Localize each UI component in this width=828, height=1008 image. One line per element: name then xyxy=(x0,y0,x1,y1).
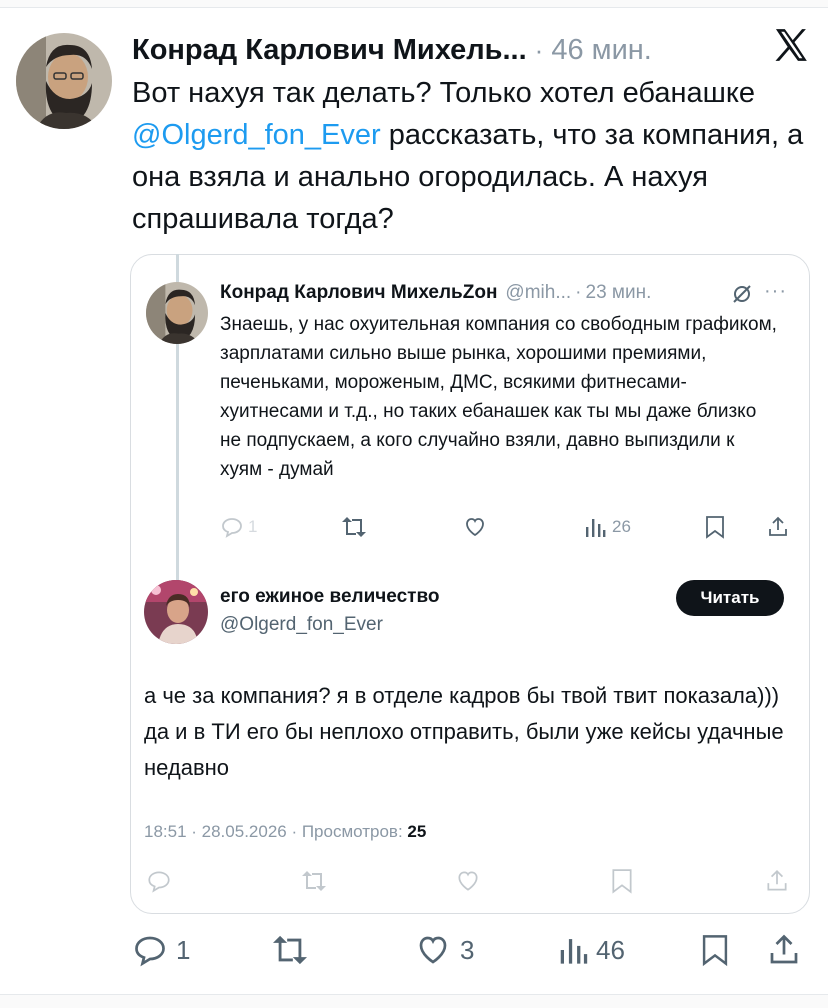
bookmark-icon xyxy=(702,935,728,967)
quoted-reply-count: 1 xyxy=(248,517,258,536)
retweet-icon xyxy=(342,517,366,537)
views-count: 46 xyxy=(596,934,625,965)
views-icon xyxy=(586,519,606,537)
quoted-views-button[interactable]: 26 xyxy=(584,512,631,542)
reply-text: а че за компания? я в отделе кадров бы т… xyxy=(144,683,784,780)
quoted-time[interactable]: 23 мин. xyxy=(586,282,652,304)
reply-author-name[interactable]: его ежиное величество xyxy=(220,586,440,608)
reply-meta: 18:51 · 28.05.2026 · Просмотров: 25 xyxy=(144,822,426,842)
share-icon xyxy=(769,516,787,536)
share-icon xyxy=(770,934,798,964)
top-divider xyxy=(0,0,828,8)
bookmark-icon[interactable] xyxy=(610,868,634,894)
reply-meta-prefix: 18:51 · 28.05.2026 · Просмотров: xyxy=(144,822,408,841)
tweet-time[interactable]: 46 мин. xyxy=(551,34,652,67)
quoted-retweet-button[interactable] xyxy=(340,512,368,542)
share-icon[interactable] xyxy=(764,868,790,894)
tweet-text: Вот нахуя так делать? Только хотел ебана… xyxy=(132,72,812,240)
mention-link[interactable]: @Olgerd_fon_Ever xyxy=(132,119,381,151)
views-button[interactable]: 46 xyxy=(558,932,625,968)
quoted-author-avatar[interactable] xyxy=(146,282,208,344)
follow-button[interactable]: Читать xyxy=(676,580,784,616)
reply-count: 1 xyxy=(176,934,191,965)
like-count: 3 xyxy=(460,934,475,965)
reply-icon[interactable] xyxy=(146,868,172,894)
quoted-views-count: 26 xyxy=(612,517,631,536)
tweet-header: Конрад Карлович Михель... · 46 мин. xyxy=(132,30,652,70)
reply-icon xyxy=(222,518,242,538)
reply-author-handle[interactable]: @Olgerd_fon_Ever xyxy=(220,614,383,636)
retweet-icon xyxy=(273,935,307,965)
bookmark-icon xyxy=(706,516,724,539)
separator-dot: · xyxy=(534,34,544,65)
quoted-tweet-header: Конрад Карлович МихельZон @mih... · 23 м… xyxy=(220,280,651,306)
quoted-share-button[interactable] xyxy=(766,512,790,542)
reply-author-avatar[interactable] xyxy=(144,580,208,644)
reply-icon xyxy=(135,936,165,967)
bottom-divider xyxy=(0,994,828,1008)
bookmark-button[interactable] xyxy=(700,932,730,968)
quoted-tweet-text: Знаешь, у нас охуительная компания со св… xyxy=(220,314,777,480)
tweet-text-before: Вот нахуя так делать? Только хотел ебана… xyxy=(132,77,756,109)
reply-views-count: 25 xyxy=(407,822,427,841)
retweet-icon[interactable] xyxy=(300,868,328,894)
x-logo-icon xyxy=(775,29,807,61)
heart-icon xyxy=(466,518,484,537)
retweet-button[interactable] xyxy=(270,932,310,968)
quoted-author-handle[interactable]: @mih... xyxy=(505,282,571,304)
heart-icon xyxy=(419,936,447,964)
reply-button[interactable]: 1 xyxy=(132,932,190,968)
grok-icon[interactable] xyxy=(730,282,754,306)
quoted-like-button[interactable] xyxy=(462,512,488,542)
quoted-bookmark-button[interactable] xyxy=(704,512,726,542)
like-button[interactable]: 3 xyxy=(414,932,474,968)
views-icon xyxy=(560,939,588,964)
author-avatar[interactable] xyxy=(16,33,112,129)
separator-dot: · xyxy=(575,282,582,303)
quoted-author-name[interactable]: Конрад Карлович МихельZон xyxy=(220,282,497,304)
share-button[interactable] xyxy=(766,932,802,968)
more-options-icon[interactable]: ··· xyxy=(764,280,787,303)
heart-icon[interactable] xyxy=(454,868,482,894)
quoted-reply-button[interactable]: 1 xyxy=(220,512,257,542)
author-name[interactable]: Конрад Карлович Михель... xyxy=(132,34,527,67)
